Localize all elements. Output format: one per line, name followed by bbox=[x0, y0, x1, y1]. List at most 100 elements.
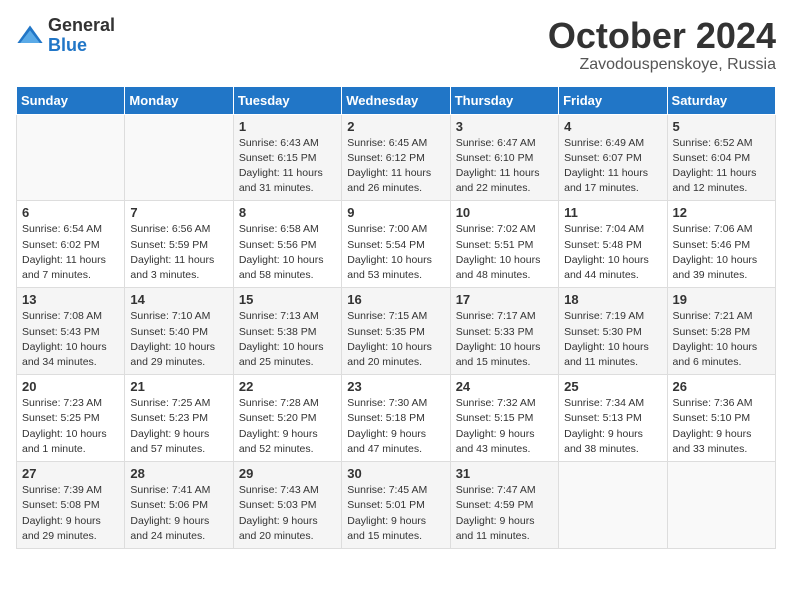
calendar-header-row: SundayMondayTuesdayWednesdayThursdayFrid… bbox=[17, 86, 776, 114]
day-info: Sunrise: 7:36 AMSunset: 5:10 PMDaylight:… bbox=[673, 396, 770, 457]
calendar-cell bbox=[125, 114, 233, 201]
day-info: Sunrise: 7:43 AMSunset: 5:03 PMDaylight:… bbox=[239, 483, 336, 544]
calendar-week-row: 27 Sunrise: 7:39 AMSunset: 5:08 PMDayligh… bbox=[17, 462, 776, 549]
day-info: Sunrise: 7:28 AMSunset: 5:20 PMDaylight:… bbox=[239, 396, 336, 457]
day-number: 21 bbox=[130, 379, 227, 394]
day-info: Sunrise: 7:10 AMSunset: 5:40 PMDaylight:… bbox=[130, 309, 227, 370]
day-info: Sunrise: 7:32 AMSunset: 5:15 PMDaylight:… bbox=[456, 396, 553, 457]
day-info: Sunrise: 7:39 AMSunset: 5:08 PMDaylight:… bbox=[22, 483, 119, 544]
day-number: 2 bbox=[347, 119, 444, 134]
location-subtitle: Zavodouspenskoye, Russia bbox=[548, 56, 776, 74]
calendar-week-row: 6 Sunrise: 6:54 AMSunset: 6:02 PMDaylight… bbox=[17, 201, 776, 288]
day-info: Sunrise: 7:23 AMSunset: 5:25 PMDaylight:… bbox=[22, 396, 119, 457]
day-info: Sunrise: 6:45 AMSunset: 6:12 PMDaylight:… bbox=[347, 136, 444, 197]
header-day-thursday: Thursday bbox=[450, 86, 558, 114]
day-number: 27 bbox=[22, 466, 119, 481]
calendar-cell bbox=[17, 114, 125, 201]
calendar-cell: 30Sunrise: 7:45 AMSunset: 5:01 PMDayligh… bbox=[342, 462, 450, 549]
day-number: 15 bbox=[239, 292, 336, 307]
day-number: 30 bbox=[347, 466, 444, 481]
calendar-cell: 9 Sunrise: 7:00 AMSunset: 5:54 PMDaylight… bbox=[342, 201, 450, 288]
day-info: Sunrise: 6:47 AMSunset: 6:10 PMDaylight:… bbox=[456, 136, 553, 197]
day-info: Sunrise: 7:06 AMSunset: 5:46 PMDaylight:… bbox=[673, 222, 770, 283]
day-info: Sunrise: 6:49 AMSunset: 6:07 PMDaylight:… bbox=[564, 136, 661, 197]
calendar-cell: 7 Sunrise: 6:56 AMSunset: 5:59 PMDaylight… bbox=[125, 201, 233, 288]
calendar-table: SundayMondayTuesdayWednesdayThursdayFrid… bbox=[16, 86, 776, 549]
day-info: Sunrise: 6:58 AMSunset: 5:56 PMDaylight:… bbox=[239, 222, 336, 283]
day-info: Sunrise: 7:08 AMSunset: 5:43 PMDaylight:… bbox=[22, 309, 119, 370]
day-number: 22 bbox=[239, 379, 336, 394]
calendar-cell: 25 Sunrise: 7:34 AMSunset: 5:13 PMDayligh… bbox=[559, 375, 667, 462]
calendar-cell: 16 Sunrise: 7:15 AMSunset: 5:35 PMDayligh… bbox=[342, 288, 450, 375]
calendar-cell: 29Sunrise: 7:43 AMSunset: 5:03 PMDayligh… bbox=[233, 462, 341, 549]
day-number: 24 bbox=[456, 379, 553, 394]
day-info: Sunrise: 7:34 AMSunset: 5:13 PMDaylight:… bbox=[564, 396, 661, 457]
month-title: October 2024 bbox=[548, 16, 776, 56]
calendar-cell: 27 Sunrise: 7:39 AMSunset: 5:08 PMDayligh… bbox=[17, 462, 125, 549]
day-number: 25 bbox=[564, 379, 661, 394]
day-info: Sunrise: 7:17 AMSunset: 5:33 PMDaylight:… bbox=[456, 309, 553, 370]
calendar-cell: 23 Sunrise: 7:30 AMSunset: 5:18 PMDayligh… bbox=[342, 375, 450, 462]
calendar-cell bbox=[559, 462, 667, 549]
day-number: 10 bbox=[456, 205, 553, 220]
calendar-cell: 21 Sunrise: 7:25 AMSunset: 5:23 PMDayligh… bbox=[125, 375, 233, 462]
header-day-friday: Friday bbox=[559, 86, 667, 114]
calendar-cell: 26 Sunrise: 7:36 AMSunset: 5:10 PMDayligh… bbox=[667, 375, 775, 462]
calendar-cell: 31 Sunrise: 7:47 AMSunset: 4:59 PMDayligh… bbox=[450, 462, 558, 549]
day-number: 5 bbox=[673, 119, 770, 134]
logo-icon bbox=[16, 22, 44, 50]
calendar-cell: 5 Sunrise: 6:52 AMSunset: 6:04 PMDaylight… bbox=[667, 114, 775, 201]
calendar-week-row: 13 Sunrise: 7:08 AMSunset: 5:43 PMDayligh… bbox=[17, 288, 776, 375]
day-number: 20 bbox=[22, 379, 119, 394]
calendar-cell: 12 Sunrise: 7:06 AMSunset: 5:46 PMDayligh… bbox=[667, 201, 775, 288]
day-info: Sunrise: 6:56 AMSunset: 5:59 PMDaylight:… bbox=[130, 222, 227, 283]
calendar-cell: 24 Sunrise: 7:32 AMSunset: 5:15 PMDayligh… bbox=[450, 375, 558, 462]
day-info: Sunrise: 6:54 AMSunset: 6:02 PMDaylight:… bbox=[22, 222, 119, 283]
day-number: 12 bbox=[673, 205, 770, 220]
calendar-cell bbox=[667, 462, 775, 549]
day-info: Sunrise: 6:43 AMSunset: 6:15 PMDaylight:… bbox=[239, 136, 336, 197]
calendar-cell: 6 Sunrise: 6:54 AMSunset: 6:02 PMDaylight… bbox=[17, 201, 125, 288]
header-day-saturday: Saturday bbox=[667, 86, 775, 114]
calendar-cell: 15 Sunrise: 7:13 AMSunset: 5:38 PMDayligh… bbox=[233, 288, 341, 375]
day-number: 28 bbox=[130, 466, 227, 481]
day-number: 9 bbox=[347, 205, 444, 220]
day-info: Sunrise: 7:15 AMSunset: 5:35 PMDaylight:… bbox=[347, 309, 444, 370]
day-number: 16 bbox=[347, 292, 444, 307]
day-number: 13 bbox=[22, 292, 119, 307]
day-number: 6 bbox=[22, 205, 119, 220]
day-number: 7 bbox=[130, 205, 227, 220]
day-info: Sunrise: 7:13 AMSunset: 5:38 PMDaylight:… bbox=[239, 309, 336, 370]
header-day-monday: Monday bbox=[125, 86, 233, 114]
day-info: Sunrise: 7:02 AMSunset: 5:51 PMDaylight:… bbox=[456, 222, 553, 283]
day-number: 18 bbox=[564, 292, 661, 307]
day-number: 3 bbox=[456, 119, 553, 134]
calendar-cell: 11Sunrise: 7:04 AMSunset: 5:48 PMDayligh… bbox=[559, 201, 667, 288]
day-number: 8 bbox=[239, 205, 336, 220]
day-info: Sunrise: 7:25 AMSunset: 5:23 PMDaylight:… bbox=[130, 396, 227, 457]
day-info: Sunrise: 6:52 AMSunset: 6:04 PMDaylight:… bbox=[673, 136, 770, 197]
calendar-cell: 28Sunrise: 7:41 AMSunset: 5:06 PMDayligh… bbox=[125, 462, 233, 549]
title-block: October 2024 Zavodouspenskoye, Russia bbox=[548, 16, 776, 74]
day-number: 17 bbox=[456, 292, 553, 307]
calendar-cell: 18Sunrise: 7:19 AMSunset: 5:30 PMDayligh… bbox=[559, 288, 667, 375]
page-header: General Blue October 2024 Zavodouspensko… bbox=[16, 16, 776, 74]
day-info: Sunrise: 7:47 AMSunset: 4:59 PMDaylight:… bbox=[456, 483, 553, 544]
calendar-cell: 19Sunrise: 7:21 AMSunset: 5:28 PMDayligh… bbox=[667, 288, 775, 375]
day-info: Sunrise: 7:00 AMSunset: 5:54 PMDaylight:… bbox=[347, 222, 444, 283]
day-number: 4 bbox=[564, 119, 661, 134]
calendar-cell: 14 Sunrise: 7:10 AMSunset: 5:40 PMDayligh… bbox=[125, 288, 233, 375]
day-number: 14 bbox=[130, 292, 227, 307]
header-day-sunday: Sunday bbox=[17, 86, 125, 114]
logo-general: General bbox=[48, 16, 115, 36]
day-number: 31 bbox=[456, 466, 553, 481]
day-number: 26 bbox=[673, 379, 770, 394]
day-number: 23 bbox=[347, 379, 444, 394]
calendar-week-row: 20 Sunrise: 7:23 AMSunset: 5:25 PMDayligh… bbox=[17, 375, 776, 462]
day-number: 19 bbox=[673, 292, 770, 307]
calendar-cell: 13 Sunrise: 7:08 AMSunset: 5:43 PMDayligh… bbox=[17, 288, 125, 375]
header-day-tuesday: Tuesday bbox=[233, 86, 341, 114]
logo-blue: Blue bbox=[48, 36, 115, 56]
day-info: Sunrise: 7:30 AMSunset: 5:18 PMDaylight:… bbox=[347, 396, 444, 457]
calendar-cell: 20 Sunrise: 7:23 AMSunset: 5:25 PMDayligh… bbox=[17, 375, 125, 462]
